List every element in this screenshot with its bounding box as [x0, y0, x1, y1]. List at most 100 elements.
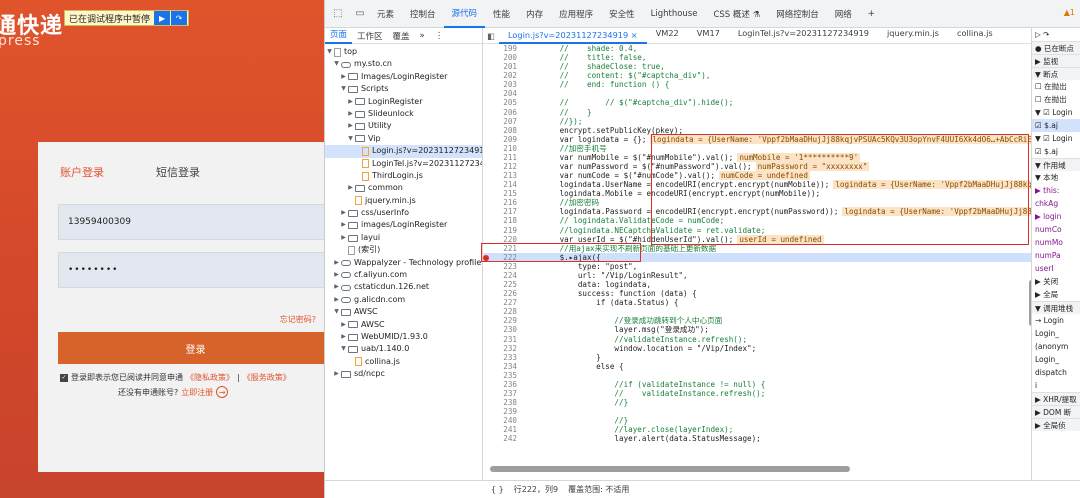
code-line[interactable]: 205 // // $("#captcha_div").hide(); [483, 98, 1031, 107]
file-tab[interactable]: collina.js [948, 28, 1002, 44]
tree-item[interactable]: ▼ Vip [325, 133, 482, 145]
tab-sms-login[interactable]: 短信登录 [156, 164, 200, 180]
tree-item[interactable]: (索引) [325, 244, 482, 256]
breakpoint-gutter[interactable] [483, 325, 497, 334]
debugger-sidebar-row[interactable]: ☐ 在抛出 [1032, 93, 1080, 106]
breakpoint-gutter[interactable] [483, 389, 497, 398]
register-link[interactable]: 立即注册 [181, 387, 213, 398]
debugger-sidebar-row[interactable]: ▼ ☑ Login [1032, 132, 1080, 145]
debugger-sidebar-row[interactable]: ▶ XHR/提取 [1032, 392, 1080, 405]
debugger-sidebar-row[interactable]: → Login [1032, 314, 1080, 327]
arrow-right-icon[interactable]: → [216, 386, 229, 398]
breakpoint-gutter[interactable] [483, 207, 497, 216]
tree-item[interactable]: LoginTel.js?v=20231127234919 [325, 158, 482, 170]
debugger-sidebar-row[interactable]: ▶ 全局侦 [1032, 418, 1080, 431]
tree-item[interactable]: ▶ g.alicdn.com [325, 294, 482, 306]
login-button[interactable]: 登录 [58, 332, 324, 364]
debugger-sidebar-row[interactable]: dispatch [1032, 366, 1080, 379]
breakpoint-gutter[interactable] [483, 416, 497, 425]
debugger-sidebar-row[interactable]: ▶ DOM 断 [1032, 405, 1080, 418]
navigator-tab[interactable]: 覆盖 [388, 30, 415, 42]
tree-item[interactable]: Login.js?v=20231127234919 [325, 145, 482, 158]
tree-item[interactable]: ▼ top [325, 46, 482, 58]
code-line[interactable]: 226 success: function (data) { [483, 289, 1031, 298]
breakpoint-gutter[interactable] [483, 135, 497, 144]
tree-item[interactable]: ThirdLogin.js [325, 170, 482, 182]
breakpoint-gutter[interactable] [483, 71, 497, 80]
code-line[interactable]: 207 //}); [483, 117, 1031, 126]
privacy-link[interactable]: 《隐私政策》 [186, 372, 234, 383]
code-line[interactable]: 225 data: logindata, [483, 280, 1031, 289]
breakpoint-gutter[interactable] [483, 398, 497, 407]
pretty-print-button[interactable]: { } [491, 485, 504, 494]
debugger-sidebar-row[interactable]: numMo [1032, 236, 1080, 249]
breakpoint-gutter[interactable] [483, 162, 497, 171]
agree-checkbox[interactable]: ✓ [60, 373, 68, 382]
debugger-sidebar-row[interactable]: ▶ 关闭 [1032, 275, 1080, 288]
breakpoint-gutter[interactable] [483, 98, 497, 107]
code-line[interactable]: 231 //validateInstance.refresh(); [483, 335, 1031, 344]
breakpoint-gutter[interactable] [483, 62, 497, 71]
code-line[interactable]: 238 //} [483, 398, 1031, 407]
top-tab[interactable]: Lighthouse [643, 0, 706, 28]
code-line[interactable]: 230 layer.msg("登录成功"); [483, 325, 1031, 334]
breakpoint-gutter[interactable] [483, 198, 497, 207]
breakpoint-gutter[interactable] [483, 144, 497, 153]
breakpoint-gutter[interactable] [483, 353, 497, 362]
breakpoint-gutter[interactable] [483, 117, 497, 126]
debugger-sidebar-row[interactable]: ▶ 全局 [1032, 288, 1080, 301]
tree-item[interactable]: ▶ Utility [325, 120, 482, 132]
top-tab[interactable]: 应用程序 [551, 0, 601, 28]
code-line[interactable]: 224 url: "/Vip/LoginResult", [483, 271, 1031, 280]
breakpoint-gutter[interactable] [483, 307, 497, 316]
debugger-sidebar-row[interactable]: ▶ login [1032, 210, 1080, 223]
code-line[interactable]: 204 [483, 89, 1031, 98]
warning-count[interactable]: ▲1 [1064, 8, 1075, 17]
top-tab[interactable]: + [860, 0, 883, 28]
debugger-sidebar-row[interactable]: Login_ [1032, 327, 1080, 340]
debugger-sidebar-row[interactable]: userI [1032, 262, 1080, 275]
tree-item[interactable]: ▼ uab/1.140.0 [325, 343, 482, 355]
tree-item[interactable]: ▶ layui [325, 232, 482, 244]
top-tab[interactable]: 性能 [485, 0, 518, 28]
step-over-button[interactable]: ↷ [171, 11, 188, 25]
code-line[interactable]: 206 // } [483, 108, 1031, 117]
breakpoint-gutter[interactable] [483, 171, 497, 180]
debugger-sidebar-row[interactable]: ▼ ☑ Login [1032, 106, 1080, 119]
debugger-sidebar-row[interactable]: ☑ $.aj [1032, 119, 1080, 132]
debugger-sidebar-row[interactable]: ▶ this: [1032, 184, 1080, 197]
debugger-sidebar-row[interactable]: ▷ ↷ [1032, 28, 1080, 41]
debugger-sidebar-row[interactable]: ▼ 本地 [1032, 171, 1080, 184]
debugger-sidebar-row[interactable]: ☑ $.aj [1032, 145, 1080, 158]
debugger-sidebar-row[interactable]: ▼ 断点 [1032, 67, 1080, 80]
top-tab[interactable]: 控制台 [402, 0, 444, 28]
tree-item[interactable]: ▶ sd/ncpc [325, 368, 482, 380]
code-line[interactable]: 240 //} [483, 416, 1031, 425]
forgot-password-link[interactable]: 忘记密码? [280, 314, 316, 325]
tree-item[interactable]: ▼ AWSC [325, 306, 482, 318]
code-line[interactable]: 203 // end: function () { [483, 80, 1031, 89]
service-link[interactable]: 《服务政策》 [243, 372, 291, 383]
tree-item[interactable]: ▶ LoginRegister [325, 96, 482, 108]
tree-item[interactable]: ▼ Scripts [325, 83, 482, 95]
breakpoint-gutter[interactable] [483, 262, 497, 271]
debugger-sidebar-row[interactable]: ☐ 在抛出 [1032, 80, 1080, 93]
tree-item[interactable]: ▶ common [325, 182, 482, 194]
file-tab[interactable]: Login.js?v=20231127234919 × [499, 28, 647, 44]
tab-account-login[interactable]: 账户登录 [60, 164, 104, 180]
device-toggle-icon[interactable]: ▭ [351, 5, 369, 23]
debugger-sidebar-row[interactable]: ▶ 监视 [1032, 54, 1080, 67]
top-tab[interactable]: 安全性 [601, 0, 643, 28]
resume-button[interactable]: ▶ [154, 11, 171, 25]
breakpoint-gutter[interactable] [483, 407, 497, 416]
debugger-sidebar-row[interactable]: ● 已在断点 [1032, 41, 1080, 54]
top-tab[interactable]: 网络控制台 [768, 0, 827, 28]
top-tab[interactable]: 网络 [827, 0, 860, 28]
breakpoint-gutter[interactable] [483, 280, 497, 289]
breakpoint-gutter[interactable] [483, 316, 497, 325]
code-line[interactable]: 239 [483, 407, 1031, 416]
tree-item[interactable]: ▶ Slideunlock [325, 108, 482, 120]
tree-item[interactable]: ▶ cstaticdun.126.net [325, 281, 482, 293]
password-field[interactable]: •••••••• [58, 252, 324, 288]
breakpoint-gutter[interactable] [483, 189, 497, 198]
